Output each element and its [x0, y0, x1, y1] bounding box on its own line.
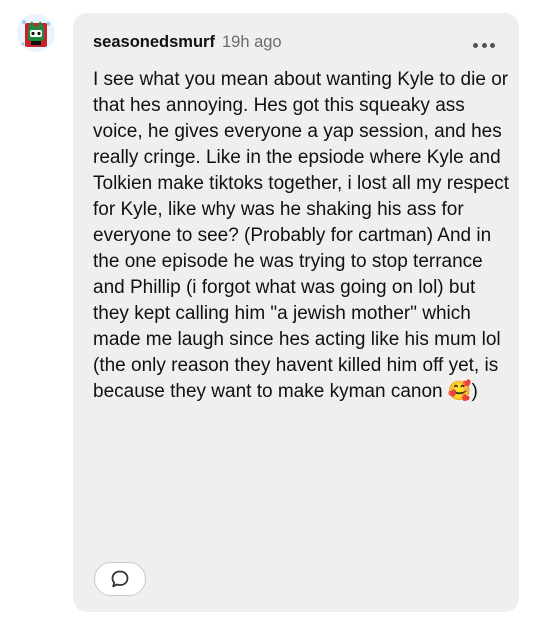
- timestamp: 19h ago: [221, 33, 282, 51]
- reply-button[interactable]: [94, 562, 146, 596]
- cat-avatar-icon: [17, 14, 55, 52]
- avatar[interactable]: [17, 14, 55, 52]
- comment-body: I see what you mean about wanting Kyle t…: [93, 67, 511, 405]
- comment-text: I see what you mean about wanting Kyle t…: [93, 69, 510, 402]
- comment-header: seasonedsmurf 19h ago: [93, 33, 282, 57]
- speech-bubble-icon: [111, 570, 129, 588]
- ellipsis-dot: [490, 42, 495, 48]
- ellipsis-dot: [481, 42, 487, 48]
- comment-text-end: ): [471, 381, 478, 402]
- ellipsis-icon[interactable]: [473, 41, 495, 49]
- username-link[interactable]: seasonedsmurf: [93, 33, 215, 52]
- ellipsis-dot: [473, 42, 478, 48]
- comment-card: seasonedsmurf 19h ago I see what you mea…: [73, 13, 519, 612]
- smiling-face-with-hearts-emoji: 🥰: [447, 381, 472, 402]
